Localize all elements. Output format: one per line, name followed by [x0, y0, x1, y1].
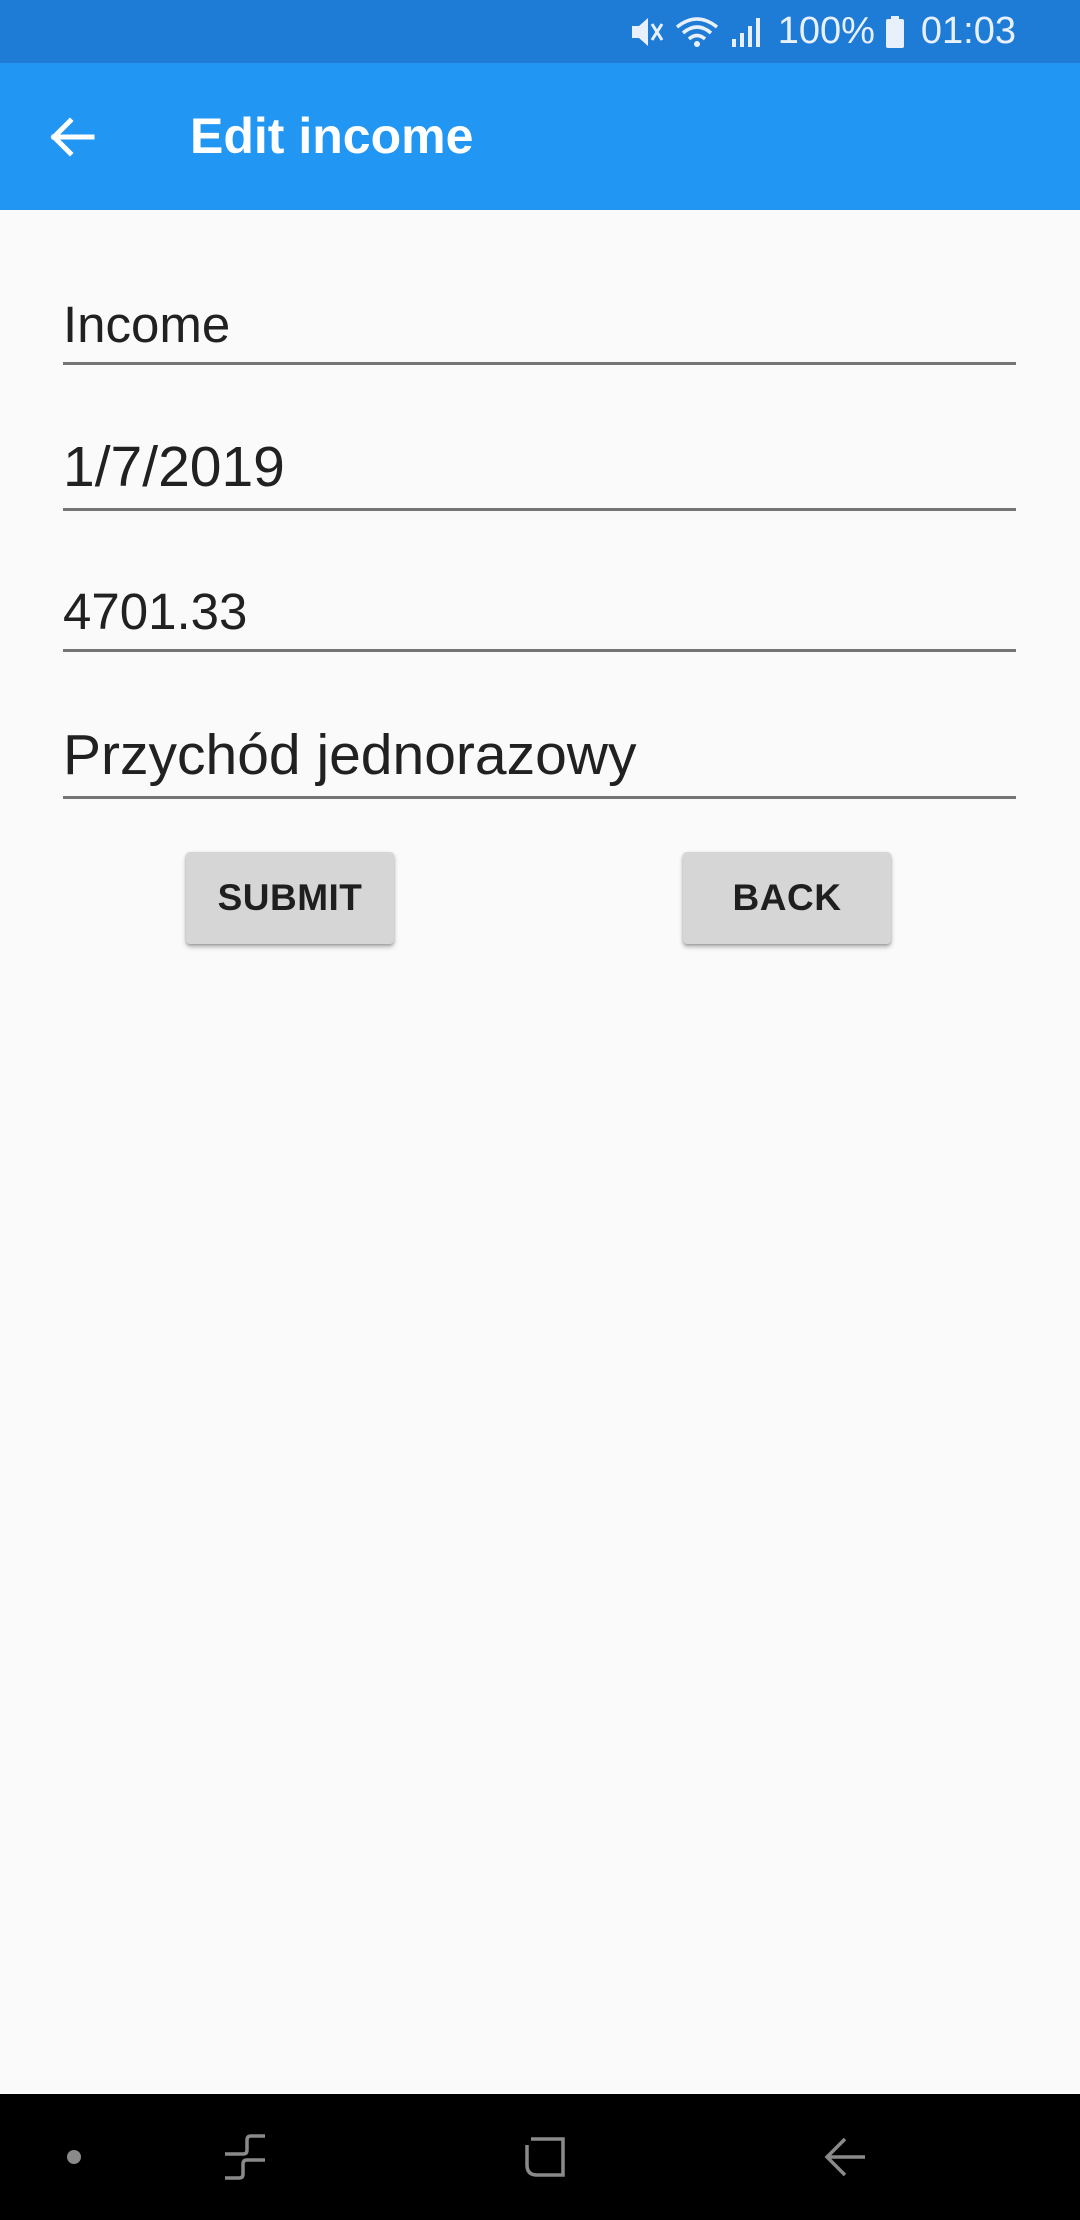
arrow-left-icon[interactable] — [40, 105, 104, 169]
home-icon[interactable] — [500, 2094, 590, 2220]
amount-value: 4701.33 — [63, 583, 248, 640]
status-icons: 100% 01:03 — [628, 0, 1016, 63]
navigation-bar — [0, 2094, 1080, 2220]
wifi-icon — [674, 15, 720, 49]
battery-icon — [885, 15, 905, 49]
status-time: 01:03 — [920, 10, 1016, 52]
page-title: Edit income — [190, 108, 474, 164]
date-field[interactable]: 1/7/2019 — [63, 425, 1016, 511]
description-field[interactable]: Przychód jednorazowy — [63, 710, 1016, 799]
back-button[interactable]: BACK — [683, 852, 891, 944]
dot-icon[interactable] — [44, 2094, 104, 2220]
back-icon[interactable] — [800, 2094, 890, 2220]
toolbar: Edit income — [0, 63, 1080, 210]
edit-income-screen: 100% 01:03 Edit income Income 1/7/2019 4… — [0, 0, 1080, 2220]
submit-button[interactable]: SUBMIT — [186, 852, 394, 944]
income-type-value: Income — [63, 296, 231, 353]
mute-icon — [628, 15, 664, 49]
signal-icon — [730, 15, 764, 49]
amount-field[interactable]: 4701.33 — [63, 565, 1016, 652]
date-value: 1/7/2019 — [63, 435, 285, 499]
income-type-field[interactable]: Income — [63, 280, 1016, 365]
battery-percent: 100% — [777, 10, 875, 52]
status-bar: 100% 01:03 — [0, 0, 1080, 63]
recents-icon[interactable] — [200, 2094, 290, 2220]
description-value: Przychód jednorazowy — [63, 723, 637, 787]
